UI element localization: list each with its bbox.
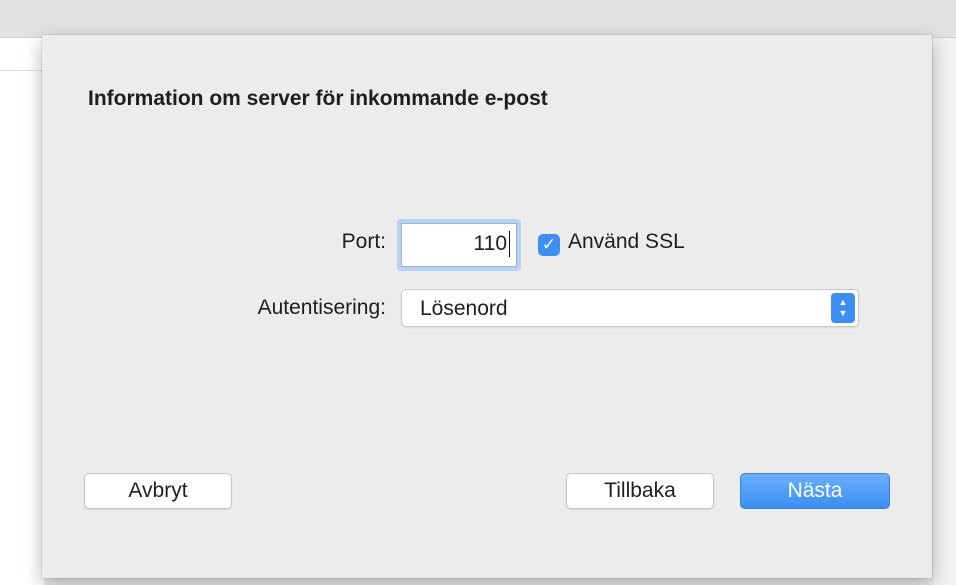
port-field[interactable]: 110 <box>397 219 521 271</box>
port-label: Port: <box>341 230 386 253</box>
authentication-selected-value: Lösenord <box>420 297 508 320</box>
text-caret <box>509 231 510 258</box>
use-ssl-label[interactable]: Använd SSL <box>568 230 685 254</box>
checkmark-icon: ✓ <box>541 235 557 254</box>
incoming-mail-server-dialog: Information om server för inkommande e-p… <box>42 35 932 578</box>
port-input[interactable]: 110 <box>401 223 517 267</box>
back-button[interactable]: Tillbaka <box>566 473 714 509</box>
screen: Information om server för inkommande e-p… <box>0 0 956 585</box>
next-button[interactable]: Nästa <box>740 473 890 509</box>
background-bottom-strip <box>44 578 932 585</box>
window-title-bar <box>0 0 956 38</box>
background-divider <box>0 70 44 71</box>
port-value: 110 <box>473 232 507 255</box>
cancel-button[interactable]: Avbryt <box>84 473 232 509</box>
authentication-label: Autentisering: <box>257 296 386 319</box>
use-ssl-checkbox[interactable]: ✓ <box>538 234 560 256</box>
authentication-select[interactable]: Lösenord ▲ ▼ <box>401 289 859 327</box>
background-side-panel <box>932 38 956 585</box>
up-down-chevron-icon[interactable]: ▲ ▼ <box>831 293 855 323</box>
dialog-title: Information om server för inkommande e-p… <box>88 87 548 110</box>
